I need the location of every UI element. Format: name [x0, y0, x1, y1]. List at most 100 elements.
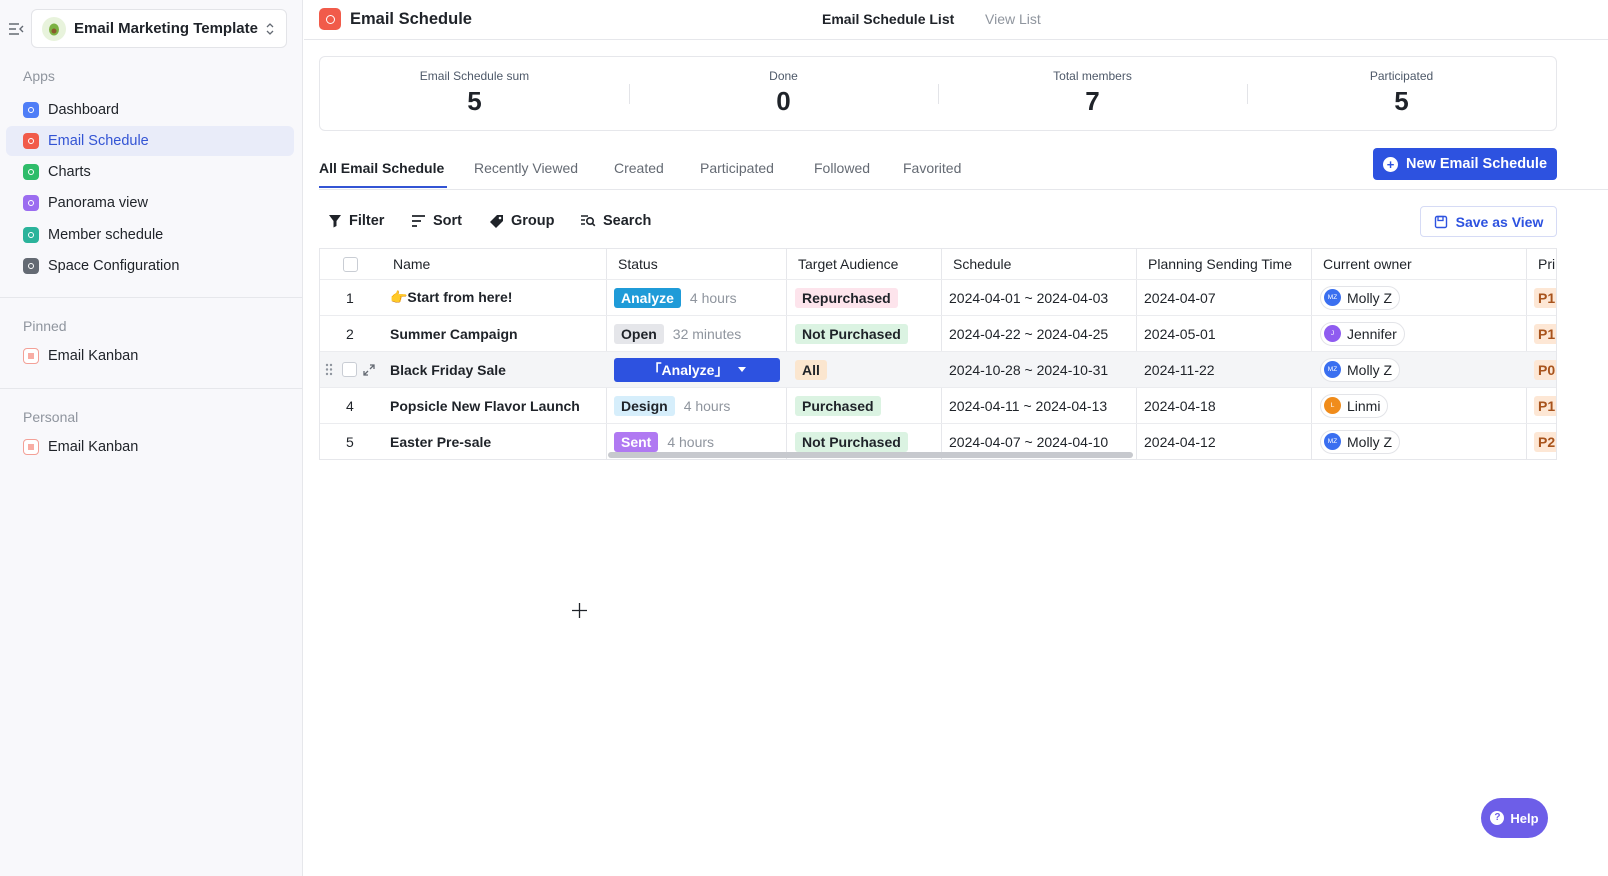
priority-cell[interactable]: P0 — [1534, 352, 1556, 387]
tab-email-schedule-list[interactable]: Email Schedule List — [822, 11, 954, 27]
column-header[interactable]: Planning Sending Time — [1148, 249, 1292, 279]
status-duration: 32 minutes — [672, 325, 742, 342]
send-time-cell[interactable]: 2024-05-01 — [1144, 316, 1216, 351]
tab-view-list[interactable]: View List — [985, 11, 1041, 27]
audience-tag: All — [795, 359, 827, 380]
status-cell[interactable]: Design 4 hours — [614, 388, 730, 423]
button-label: New Email Schedule — [1405, 156, 1548, 172]
horizontal-scrollbar[interactable] — [608, 452, 1133, 458]
kanban-icon — [23, 439, 39, 455]
select-all-checkbox[interactable] — [343, 249, 358, 279]
schedule-cell[interactable]: 2024-10-28 ~ 2024-10-31 — [949, 352, 1108, 387]
send-time-cell[interactable]: 2024-04-18 — [1144, 388, 1216, 423]
new-email-schedule-button[interactable]: + New Email Schedule — [1373, 148, 1557, 180]
schedule-cell[interactable]: 2024-04-01 ~ 2024-04-03 — [949, 280, 1108, 315]
workspace-switcher[interactable]: Email Marketing Template — [31, 9, 287, 48]
priority-cell[interactable]: P1 — [1534, 388, 1556, 423]
nav-pinned-email-kanban[interactable]: Email Kanban — [6, 341, 294, 371]
table-row[interactable]: Black Friday Sale 「Analyze」 All 2024-10-… — [320, 352, 1556, 388]
filter-button[interactable]: Filter — [328, 213, 384, 229]
row-name[interactable]: Black Friday Sale — [390, 352, 506, 387]
column-header[interactable]: Target Audience — [798, 249, 898, 279]
row-name[interactable]: Summer Campaign — [390, 316, 518, 351]
audience-cell[interactable]: Not Purchased — [795, 316, 908, 351]
status-selected: 「Analyze」 — [647, 361, 729, 378]
owner-cell[interactable]: L Linmi — [1320, 388, 1389, 423]
collapse-sidebar-icon[interactable] — [8, 21, 24, 37]
stat-email-schedule-sum: Email Schedule sum 5 — [320, 57, 629, 130]
column-header[interactable]: Schedule — [953, 249, 1011, 279]
priority-tag: P1 — [1534, 287, 1556, 308]
nav-charts[interactable]: Charts — [6, 157, 294, 187]
tab-participated[interactable]: Participated — [700, 160, 774, 176]
nav-personal-email-kanban[interactable]: Email Kanban — [6, 432, 294, 462]
stat-value: 5 — [1394, 86, 1409, 116]
nav-email-schedule[interactable]: Email Schedule — [6, 126, 294, 156]
tab-followed[interactable]: Followed — [814, 160, 870, 176]
tab-all-email-schedule[interactable]: All Email Schedule — [319, 160, 444, 176]
nav-label: Email Schedule — [48, 133, 149, 149]
owner-cell[interactable]: MZ Molly Z — [1320, 352, 1401, 387]
row-name[interactable]: 👉Start from here! — [390, 280, 512, 315]
table-row[interactable]: 2 Summer Campaign Open 32 minutes Not Pu… — [320, 316, 1556, 352]
owner-chip: MZ Molly Z — [1320, 357, 1401, 382]
stat-label: Email Schedule sum — [419, 69, 530, 83]
row-name[interactable]: Popsicle New Flavor Launch — [390, 388, 580, 423]
audience-cell[interactable]: Purchased — [795, 388, 881, 423]
filter-icon — [329, 215, 341, 228]
owner-chip: MZ Molly Z — [1320, 429, 1401, 454]
help-button[interactable]: ? Help — [1481, 798, 1548, 838]
nav-panorama-view[interactable]: Panorama view — [6, 188, 294, 218]
send-time-cell[interactable]: 2024-04-12 — [1144, 424, 1216, 459]
divider — [0, 388, 303, 389]
column-header[interactable]: Name — [393, 249, 430, 279]
sort-button[interactable]: Sort — [411, 213, 462, 229]
priority-cell[interactable]: P1 — [1534, 280, 1556, 315]
status-cell[interactable]: 「Analyze」 — [614, 352, 780, 387]
nav-space-configuration[interactable]: Space Configuration — [6, 251, 294, 281]
column-header[interactable]: Pri — [1538, 249, 1555, 279]
audience-cell[interactable]: All — [795, 352, 827, 387]
owner-cell[interactable]: MZ Molly Z — [1320, 280, 1401, 315]
row-name[interactable]: Easter Pre-sale — [390, 424, 491, 459]
avatar: MZ — [1324, 289, 1341, 306]
priority-tag: P2 — [1534, 431, 1556, 452]
owner-name: Molly Z — [1347, 433, 1393, 450]
tab-recently-viewed[interactable]: Recently Viewed — [474, 160, 578, 176]
nav-label: Charts — [48, 164, 91, 180]
save-as-view-button[interactable]: Save as View — [1420, 206, 1557, 237]
tab-favorited[interactable]: Favorited — [903, 160, 961, 176]
status-cell[interactable]: Analyze 4 hours — [614, 280, 737, 315]
charts-icon — [23, 164, 39, 180]
priority-cell[interactable]: P2 — [1534, 424, 1556, 459]
row-checkbox[interactable] — [342, 352, 357, 387]
schedule-cell[interactable]: 2024-04-22 ~ 2024-04-25 — [949, 316, 1108, 351]
nav-member-schedule[interactable]: Member schedule — [6, 220, 294, 250]
nav-label: Space Configuration — [48, 258, 180, 274]
status-select[interactable]: 「Analyze」 — [614, 357, 780, 382]
table-row[interactable]: 4 Popsicle New Flavor Launch Design 4 ho… — [320, 388, 1556, 424]
column-header[interactable]: Current owner — [1323, 249, 1412, 279]
column-header[interactable]: Status — [618, 249, 658, 279]
schedule-cell[interactable]: 2024-04-11 ~ 2024-04-13 — [949, 388, 1107, 423]
audience-cell[interactable]: Repurchased — [795, 280, 898, 315]
group-button[interactable]: Group — [489, 213, 555, 229]
nav-label: Dashboard — [48, 102, 119, 118]
drag-handle-icon[interactable] — [325, 352, 333, 387]
send-time-cell[interactable]: 2024-04-07 — [1144, 280, 1216, 315]
expand-row-icon[interactable] — [363, 352, 375, 387]
row-number: 5 — [346, 433, 354, 450]
owner-cell[interactable]: J Jennifer — [1320, 316, 1405, 351]
tab-created[interactable]: Created — [614, 160, 664, 176]
search-button[interactable]: Search — [580, 213, 651, 229]
stat-value: 7 — [1085, 86, 1100, 116]
audience-tag: Not Purchased — [795, 431, 908, 452]
priority-cell[interactable]: P1 — [1534, 316, 1556, 351]
table-row[interactable]: 1 👉Start from here! Analyze 4 hours Repu… — [320, 280, 1556, 316]
status-cell[interactable]: Open 32 minutes — [614, 316, 741, 351]
send-time-cell[interactable]: 2024-11-22 — [1144, 352, 1215, 387]
nav-dashboard[interactable]: Dashboard — [6, 95, 294, 125]
sort-icon — [412, 215, 425, 227]
button-label: Sort — [433, 213, 462, 229]
owner-cell[interactable]: MZ Molly Z — [1320, 424, 1401, 459]
